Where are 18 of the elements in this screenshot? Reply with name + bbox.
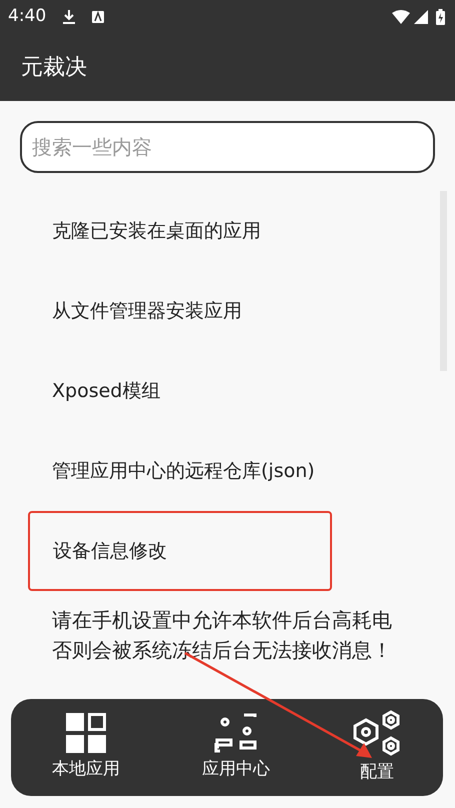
- battery-icon: [436, 8, 445, 24]
- search-field[interactable]: 搜索一些内容: [20, 121, 435, 173]
- status-time: 4:40: [8, 4, 46, 28]
- download-icon: [62, 8, 76, 24]
- menu-item[interactable]: 克隆已安装在桌面的应用: [0, 191, 455, 271]
- grid-icon: [66, 712, 106, 753]
- wifi-icon: [392, 10, 410, 24]
- nav-tab[interactable]: 应用中心: [202, 712, 270, 782]
- notification-icon: [92, 10, 104, 22]
- app-title: 元裁决: [21, 54, 87, 82]
- menu-item[interactable]: Xposed模组: [0, 351, 455, 431]
- menu-item[interactable]: 从文件管理器安装应用: [0, 271, 455, 351]
- nav-tab[interactable]: 配置: [352, 710, 402, 786]
- menu-item[interactable]: 管理应用中心的远程仓库(json): [0, 431, 455, 511]
- signal-icon: [414, 10, 428, 24]
- nav-tab[interactable]: 本地应用: [52, 712, 120, 782]
- highlighted-menu-item[interactable]: 设备信息修改: [28, 511, 332, 591]
- hexagons-icon: [352, 710, 402, 756]
